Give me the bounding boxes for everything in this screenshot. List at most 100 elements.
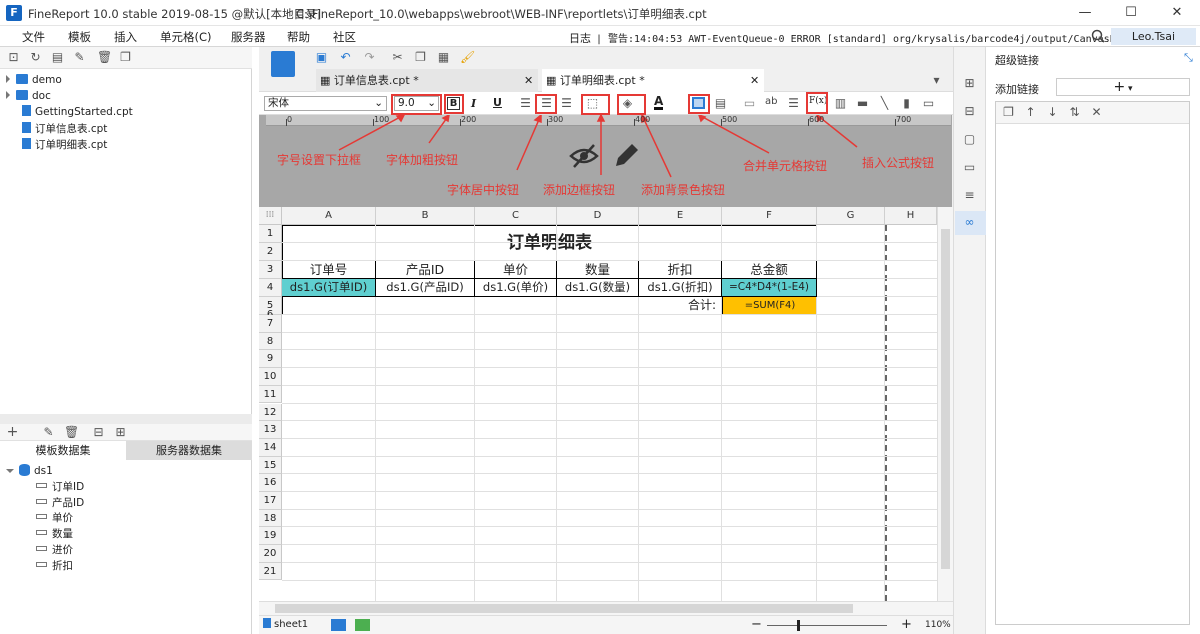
edit-icon[interactable]: ✎ bbox=[42, 426, 55, 439]
cell-attribute-icon[interactable]: ⊞ bbox=[963, 77, 976, 90]
copy-icon[interactable]: ❐ bbox=[1002, 106, 1015, 119]
delete-icon[interactable]: 🗑 bbox=[64, 426, 79, 439]
maximize-button[interactable]: ☐ bbox=[1108, 0, 1154, 26]
chart-icon[interactable]: ▥ bbox=[834, 97, 847, 110]
new-folder-icon[interactable]: ⊡ bbox=[7, 51, 20, 64]
horizontal-scrollbar[interactable] bbox=[259, 601, 953, 615]
user-name[interactable]: Leo.Tsai bbox=[1111, 28, 1196, 45]
data-column-cell[interactable]: ds1.G(产品ID) bbox=[376, 279, 475, 297]
tab-template-dataset[interactable]: 模板数据集 bbox=[0, 441, 126, 460]
copy-icon[interactable]: ❐ bbox=[119, 51, 132, 64]
close-button[interactable]: ✕ bbox=[1154, 0, 1200, 26]
column-header[interactable]: A bbox=[282, 207, 376, 225]
delete-icon[interactable]: 🗑 bbox=[97, 51, 112, 64]
column-header[interactable]: B bbox=[376, 207, 475, 225]
row-header[interactable]: 18 bbox=[259, 509, 282, 528]
row-header[interactable]: 3 bbox=[259, 261, 282, 279]
field-item[interactable]: 进价 bbox=[36, 542, 73, 557]
data-column-cell[interactable]: ds1.G(单价) bbox=[475, 279, 557, 297]
tab-order-info[interactable]: ▦ 订单信息表.cpt * ✕ bbox=[316, 69, 538, 92]
data-column-cell[interactable]: ds1.G(数量) bbox=[557, 279, 639, 297]
row-header[interactable]: 19 bbox=[259, 527, 282, 546]
rename-icon[interactable]: ✎ bbox=[73, 51, 86, 64]
row-header[interactable]: 21 bbox=[259, 562, 282, 581]
amount-formula-cell[interactable]: =C4*D4*(1-E4) bbox=[722, 279, 817, 297]
slash-icon[interactable]: ╲ bbox=[878, 97, 891, 110]
tree-item-gettingstarted[interactable]: GettingStarted.cpt bbox=[22, 105, 133, 118]
template-icon[interactable] bbox=[271, 51, 295, 77]
field-item[interactable]: 订单ID bbox=[36, 479, 84, 494]
row-header[interactable]: 2 bbox=[259, 243, 282, 261]
tree-item-order-info[interactable]: 订单信息表.cpt bbox=[22, 121, 107, 136]
total-label[interactable]: 合计: bbox=[283, 297, 722, 315]
column-title-cell[interactable]: 数量 bbox=[557, 261, 639, 279]
column-header[interactable]: F bbox=[722, 207, 817, 225]
subreport-icon[interactable]: ▮ bbox=[900, 97, 913, 110]
split-cells-icon[interactable]: ▤ bbox=[714, 97, 727, 110]
menu-help[interactable]: 帮助 bbox=[287, 29, 310, 45]
cut-icon[interactable]: ✂ bbox=[391, 51, 404, 64]
column-title-cell[interactable]: 订单号 bbox=[282, 261, 376, 279]
tree-item-order-detail[interactable]: 订单明细表.cpt bbox=[22, 137, 107, 152]
row-header[interactable]: 10 bbox=[259, 368, 282, 386]
column-header[interactable]: C bbox=[475, 207, 557, 225]
paste-icon[interactable]: ▦ bbox=[437, 51, 450, 64]
add-form-sheet-icon[interactable] bbox=[355, 619, 370, 631]
align-right-icon[interactable]: ☰ bbox=[560, 97, 573, 110]
refresh-icon[interactable]: ↻ bbox=[29, 51, 42, 64]
save-icon[interactable]: ▣ bbox=[315, 51, 328, 64]
menu-insert[interactable]: 插入 bbox=[114, 29, 137, 45]
data-column-cell[interactable]: ds1.G(折扣) bbox=[639, 279, 722, 297]
column-header[interactable]: E bbox=[639, 207, 722, 225]
select-all-corner[interactable]: ⁞⁞⁞ bbox=[259, 207, 282, 225]
vertical-scrollbar[interactable] bbox=[937, 207, 953, 601]
close-tab-icon[interactable]: ✕ bbox=[750, 69, 759, 92]
field-item[interactable]: 折扣 bbox=[36, 558, 73, 573]
dataset-ds1[interactable]: ds1 bbox=[6, 464, 53, 477]
row-header[interactable]: 15 bbox=[259, 456, 282, 475]
font-color-button[interactable]: A bbox=[654, 95, 664, 110]
rich-text-icon[interactable]: ☰ bbox=[787, 97, 800, 110]
text-icon[interactable]: ▭ bbox=[743, 97, 756, 110]
hyperlink-tab[interactable]: ∞ bbox=[955, 211, 986, 235]
row-header[interactable]: 16 bbox=[259, 474, 282, 492]
image-icon[interactable]: ▬ bbox=[856, 97, 869, 110]
column-title-cell[interactable]: 产品ID bbox=[376, 261, 475, 279]
row-header[interactable]: 4 bbox=[259, 279, 282, 297]
data-column-cell[interactable]: ds1.G(订单ID) bbox=[282, 279, 376, 297]
column-title-cell[interactable]: 折扣 bbox=[639, 261, 722, 279]
add-link-button[interactable]: + ▾ bbox=[1056, 78, 1190, 96]
sort-icon[interactable]: ⇅ bbox=[1068, 106, 1081, 119]
sheet-tab[interactable]: sheet1 bbox=[263, 618, 308, 630]
row-header[interactable]: 13 bbox=[259, 421, 282, 439]
column-title-cell[interactable]: 单价 bbox=[475, 261, 557, 279]
tab-order-detail[interactable]: ▦ 订单明细表.cpt * ✕ bbox=[542, 69, 764, 92]
panel-splitter[interactable] bbox=[0, 414, 252, 424]
undo-icon[interactable]: ↶ bbox=[339, 51, 352, 64]
row-header[interactable]: 7 bbox=[259, 315, 282, 333]
column-header[interactable]: H bbox=[885, 207, 937, 225]
font-name-select[interactable]: 宋体 ⌄ bbox=[264, 96, 387, 111]
column-header[interactable]: G bbox=[817, 207, 885, 225]
field-item[interactable]: 产品ID bbox=[36, 495, 84, 510]
collapse-panel-icon[interactable]: ⤡ bbox=[1184, 51, 1193, 65]
log-button[interactable]: 日志 bbox=[569, 30, 591, 46]
field-item[interactable]: 单价 bbox=[36, 510, 73, 525]
zoom-in-button[interactable]: + bbox=[901, 617, 912, 632]
add-dataset-icon[interactable]: + bbox=[6, 425, 19, 439]
close-tab-icon[interactable]: ✕ bbox=[524, 69, 533, 92]
format-painter-icon[interactable]: 🖌 bbox=[460, 51, 475, 64]
column-header[interactable]: D bbox=[557, 207, 639, 225]
zoom-slider[interactable] bbox=[767, 620, 887, 631]
condition-icon[interactable]: ≡ bbox=[963, 189, 976, 202]
align-left-icon[interactable]: ☰ bbox=[519, 97, 532, 110]
menu-file[interactable]: 文件 bbox=[22, 29, 45, 45]
cell-element-icon[interactable]: ⊟ bbox=[963, 105, 976, 118]
report-title[interactable]: 订单明细表 bbox=[283, 226, 816, 261]
row-header[interactable]: 8 bbox=[259, 332, 282, 351]
minimize-button[interactable]: — bbox=[1062, 0, 1108, 26]
redo-icon[interactable]: ↷ bbox=[363, 51, 376, 64]
zoom-out-button[interactable]: − bbox=[751, 617, 762, 632]
total-formula-cell[interactable]: =SUM(F4) bbox=[722, 297, 817, 315]
tab-menu-icon[interactable]: ▾ bbox=[930, 74, 943, 87]
